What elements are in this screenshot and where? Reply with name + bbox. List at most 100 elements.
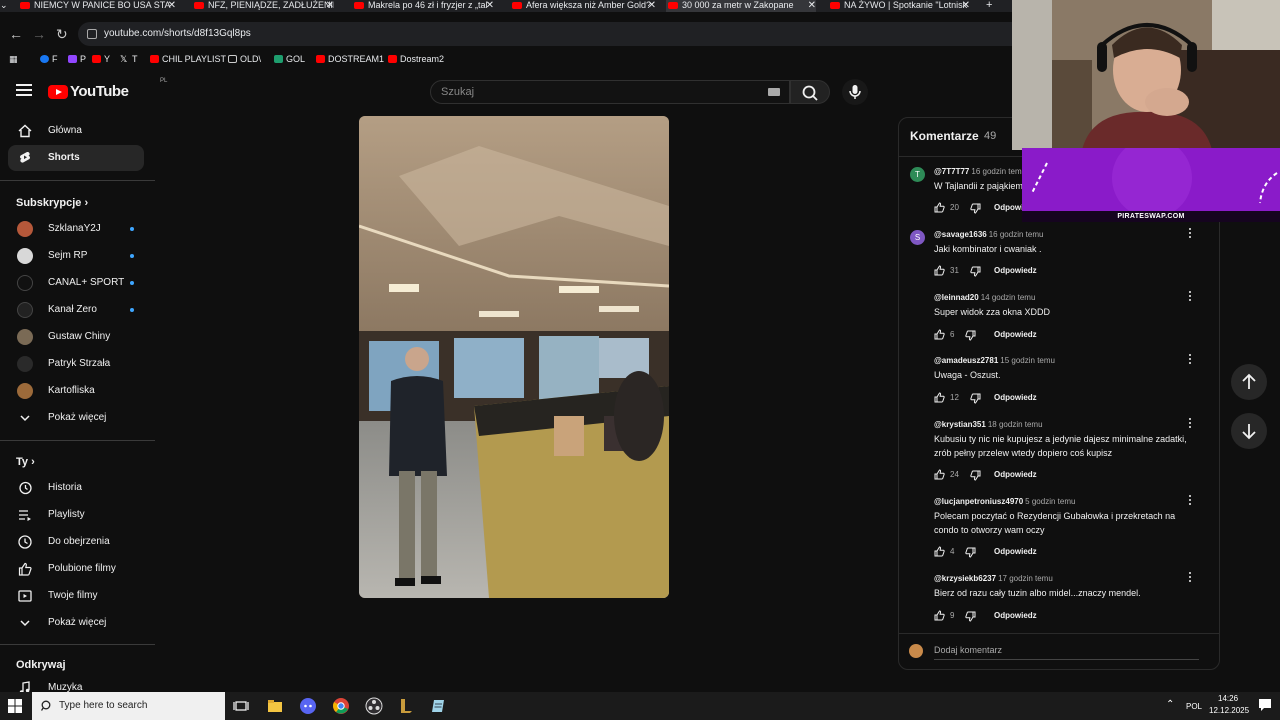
browser-tab[interactable]: NFZ, PIENIĄDZE, ZADŁUŻENIE S ✕ [192,0,334,12]
bookmark-item[interactable]: F [40,50,58,68]
thumb-up-icon[interactable] [934,329,945,340]
language-indicator[interactable]: POL [1186,702,1202,711]
menu-hamburger-icon[interactable] [16,84,32,98]
sidebar-subscription-item[interactable]: Gustaw Chiny [8,324,144,350]
site-info-icon[interactable] [87,29,97,39]
thumb-up-icon[interactable] [934,265,945,276]
thumb-up-icon[interactable] [934,202,945,213]
thumb-down-icon[interactable] [965,330,976,341]
add-comment-input[interactable]: Dodaj komentarz [934,645,1199,660]
reply-button[interactable]: Odpowiedz [994,330,1037,339]
sidebar-subscription-item[interactable]: SzklanaY2J [8,216,144,242]
sidebar-subscription-item[interactable]: Sejm RP [8,243,144,269]
browser-tab[interactable]: NIEMCY W PANICE BO USA STA ✕ [18,0,176,12]
bookmark-item[interactable]: CHIL PLAYLIST [150,50,226,68]
sidebar-item-shorts[interactable]: Shorts [8,145,144,171]
next-short-button[interactable] [1231,413,1267,449]
browser-tab[interactable]: Afera większa niż Amber Gold? ✕ [510,0,656,12]
comment-author[interactable]: @leinnad20 14 godzin temu [934,293,1035,302]
comment-more-icon[interactable] [1188,418,1192,430]
sidebar-subscription-item[interactable]: Kanał Zero [8,297,144,323]
obs-icon[interactable] [365,697,383,715]
avatar[interactable]: S [910,230,925,245]
thumb-down-icon[interactable] [965,611,976,622]
league-client-icon[interactable] [397,697,415,715]
tray-expand-chevron-icon[interactable]: ⌃ [1166,699,1174,710]
bookmark-folder[interactable]: OLD\ [228,50,261,68]
chrome-icon[interactable] [332,697,350,715]
sidebar-item-watch-later[interactable]: Do obejrzenia [8,529,144,555]
subscriptions-heading[interactable]: Subskrypcje › [16,195,88,211]
sidebar-item-playlists[interactable]: Playlisty [8,502,144,528]
sidebar-item-home[interactable]: Główna [8,118,144,144]
search-button[interactable] [790,80,830,104]
sidebar-item-your-videos[interactable]: Twoje filmy [8,583,144,609]
browser-tab-active[interactable]: 30 000 za metr w Zakopane ✕ [666,0,816,12]
reply-button[interactable]: Odpowiedz [994,266,1037,275]
bookmark-item[interactable]: 𝕏T [120,50,138,68]
clock-date[interactable]: 12.12.2025 [1209,706,1249,715]
comment-more-icon[interactable] [1188,572,1192,584]
comment-author[interactable]: @savage1636 16 godzin temu [934,230,1043,239]
comment-author[interactable]: @amadeusz2781 15 godzin temu [934,356,1055,365]
comment-more-icon[interactable] [1188,228,1192,240]
thumb-up-icon[interactable] [934,469,945,480]
you-show-more[interactable]: Pokaż więcej [8,610,144,636]
keyboard-icon[interactable] [768,88,780,96]
comment-author[interactable]: @lucjanpetroniusz4970 5 godzin temu [934,497,1075,506]
reply-button[interactable]: Odpowiedz [994,393,1037,402]
thumb-up-icon[interactable] [934,610,945,621]
shorts-video-player[interactable] [359,116,669,598]
url-field[interactable]: youtube.com/shorts/d8f13Gql8ps [78,22,1012,46]
comment-author[interactable]: @7T7T77 16 godzin temu [934,167,1026,176]
bookmark-item[interactable]: Dostream2 [388,50,444,68]
sidebar-subscription-item[interactable]: CANAL+ SPORT [8,270,144,296]
sidebar-item-liked-videos[interactable]: Polubione filmy [8,556,144,582]
sidebar-subscription-item[interactable]: Kartofliska [8,378,144,404]
tab-close-icon[interactable]: ✕ [648,0,656,11]
browser-tab[interactable]: NA ŻYWO | Spotkanie "Lotnisk ✕ [828,0,970,12]
comment-author[interactable]: @krzysiekb6237 17 godzin temu [934,574,1053,583]
thumb-down-icon[interactable] [970,266,981,277]
voice-search-button[interactable] [842,79,868,105]
avatar[interactable]: T [910,167,925,182]
new-tab-button[interactable]: + [986,0,1000,12]
comment-author[interactable]: @krystian351 18 godzin temu [934,420,1043,429]
tab-close-icon[interactable]: ✕ [962,0,970,11]
clock-time[interactable]: 14:26 [1218,694,1238,703]
thumb-down-icon[interactable] [970,393,981,404]
comment-more-icon[interactable] [1188,354,1192,366]
reply-button[interactable]: Odpowiedz [994,611,1037,620]
windows-start-icon[interactable] [8,699,22,713]
bookmark-item[interactable]: P [68,50,86,68]
discord-app-icon[interactable] [299,697,317,715]
bookmark-item[interactable]: DOSTREAM1 [316,50,384,68]
previous-short-button[interactable] [1231,364,1267,400]
thumb-down-icon[interactable] [965,547,976,558]
thumb-up-icon[interactable] [934,392,945,403]
bookmark-item[interactable]: Y [92,50,110,68]
file-explorer-icon[interactable] [266,697,284,715]
task-view-icon[interactable] [232,697,250,715]
comment-more-icon[interactable] [1188,291,1192,303]
reload-icon[interactable]: ↻ [56,22,68,46]
forward-arrow-icon[interactable]: → [32,22,46,46]
reply-button[interactable]: Odpowiedz [994,470,1037,479]
tab-close-icon[interactable]: ✕ [168,0,176,11]
tab-close-icon[interactable]: ✕ [486,0,494,11]
back-arrow-icon[interactable]: ← [9,22,23,46]
tab-close-icon[interactable]: ✕ [808,0,816,11]
sidebar-subscription-item[interactable]: Patryk Strzała [8,351,144,377]
apps-grid-icon[interactable]: ▦ [9,50,19,68]
comment-more-icon[interactable] [1188,495,1192,507]
notepad-icon[interactable] [430,697,448,715]
thumb-down-icon[interactable] [970,470,981,481]
tab-close-icon[interactable]: ✕ [326,0,334,11]
thumb-up-icon[interactable] [934,546,945,557]
notification-icon[interactable] [1258,698,1272,712]
search-input[interactable]: Szukaj [430,80,790,104]
sidebar-item-history[interactable]: Historia [8,475,144,501]
taskbar-search-input[interactable]: Type here to search [32,692,225,720]
subscriptions-show-more[interactable]: Pokaż więcej [8,405,144,431]
thumb-down-icon[interactable] [970,203,981,214]
